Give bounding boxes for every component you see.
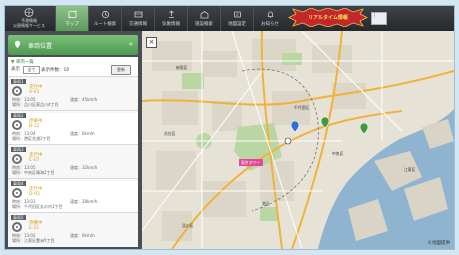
nav-traffic-label: 交通情報 (129, 22, 147, 27)
vehicle-list: ▼ 車両一覧 表示 全て 表示件数：10 更新 車両1 走行中 A-01 時刻：1… (8, 57, 138, 247)
nav-weather-label: 気象情報 (162, 22, 180, 27)
user-menu-label: ⋮ (372, 13, 377, 19)
map-label: 渋谷区 (164, 131, 176, 136)
building-icon (200, 11, 208, 19)
list-controls: 表示 全て 表示件数：10 更新 (11, 65, 135, 75)
pin-icon (14, 40, 21, 49)
filter-caption: 表示 (11, 67, 20, 72)
list-item[interactable]: 車両2 停車中 B-12 時刻：13:04 場所：港区芝浦3丁目 速度：0km/h (8, 110, 138, 147)
nav-traffic[interactable]: 交通情報 (121, 6, 154, 31)
map-copyright: ©地図提供 (427, 241, 451, 246)
map-label-highlight: 東京タワー (241, 160, 260, 165)
nav-building[interactable]: 施設検索 (187, 6, 220, 31)
nav-map-label: マップ (65, 22, 79, 27)
list-item[interactable]: 車両3 走行中 C-07 時刻：13:05 場所：中央区晴海2丁目 速度：32km… (8, 144, 138, 181)
item-line2: 場所：港区芝浦3丁目 (12, 136, 51, 141)
vehicle-status-icon (12, 222, 22, 232)
filter-label: 表示件数：10 (41, 68, 70, 73)
route-icon (101, 10, 109, 19)
item-status: 走行中 D-03 (29, 187, 43, 197)
vehicle-status-icon (12, 86, 22, 96)
item-line3: 速度：28km/h (70, 199, 98, 204)
item-line2: 場所：品川区東品川4丁目 (12, 102, 59, 107)
list-item[interactable]: 車両1 走行中 A-01 時刻：13:05 場所：品川区東品川4丁目 速度：45k… (8, 76, 138, 113)
item-line3: 速度：45km/h (70, 97, 98, 102)
vehicle-status-icon (12, 154, 22, 164)
nav-notice[interactable]: お知らせ (253, 6, 286, 31)
user-menu-button[interactable]: ⋮ (371, 12, 387, 25)
map-icon (68, 10, 76, 19)
item-line2: 場所：江東区豊洲5丁目 (12, 238, 55, 243)
map-label: 品川区 (182, 223, 194, 228)
filter-select[interactable]: 全て (23, 66, 40, 74)
item-container: 車両1 走行中 A-01 時刻：13:05 場所：品川区東品川4丁目 速度：45k… (8, 76, 138, 247)
nav-weather[interactable]: 気象情報 (154, 6, 187, 31)
item-status: 停車中 B-12 (29, 119, 43, 129)
panel-header: 車両位置 « (8, 35, 138, 55)
item-tag: 車両2 (11, 113, 26, 118)
map-label: 中央区 (332, 151, 344, 156)
realtime-badge[interactable]: リアルタイム情報 (287, 7, 369, 28)
nav-route[interactable]: ルート検索 (88, 6, 121, 31)
item-line2: 場所：千代田区丸の内1丁目 (12, 204, 63, 209)
update-button[interactable]: 更新 (111, 65, 131, 75)
item-status: 待機中 E-21 (29, 221, 43, 231)
list-title: ▼ 車両一覧 (11, 60, 34, 65)
collapse-icon[interactable]: « (129, 40, 133, 48)
item-line3: 速度：0km/h (70, 131, 95, 136)
item-tag: 車両3 (11, 147, 26, 152)
map-view[interactable]: × 新宿区 千代田区 中央区 港区 江東区 品川区 渋谷区 東京タワー ©地図提… (142, 31, 454, 249)
nav-route-label: ルート検索 (93, 22, 117, 27)
item-tag: 車両4 (11, 181, 26, 186)
map-label: 江東区 (404, 167, 416, 172)
item-tag: 車両1 (11, 79, 26, 84)
nav-notice-label: お知らせ (261, 22, 279, 27)
traffic-icon (134, 11, 142, 18)
panel-title: 車両位置 (28, 43, 53, 50)
weather-icon (168, 10, 174, 18)
nav-map[interactable]: マップ (55, 6, 88, 31)
sidebar: 車両位置 « ▼ 車両一覧 表示 全て 表示件数：10 更新 車両1 走行中 A-… (5, 31, 142, 249)
brand-line2: 災害情報サービス (13, 23, 45, 28)
main-nav: マップ ルート検索 交通情報 気象情報 施設検索 地図設定 お知らせ (55, 6, 286, 31)
top-navigation-bar: 予測情報 災害情報サービス マップ ルート検索 交通情報 気象情報 施設検索 地… (5, 6, 454, 31)
vehicle-status-icon (12, 188, 22, 198)
bell-icon (267, 11, 273, 18)
list-item[interactable]: 車両5 待機中 E-21 時刻：13:02 場所：江東区豊洲5丁目 速度：0km/… (8, 212, 138, 247)
item-status: 走行中 A-01 (29, 85, 43, 95)
settings-icon (233, 11, 241, 18)
current-location-icon[interactable] (284, 137, 292, 145)
globe-icon (24, 8, 34, 17)
app-window: 予測情報 災害情報サービス マップ ルート検索 交通情報 気象情報 施設検索 地… (4, 5, 455, 250)
item-line2: 場所：中央区晴海2丁目 (12, 170, 55, 175)
map-label: 千代田区 (294, 105, 310, 110)
nav-settings-label: 地図設定 (228, 22, 246, 27)
map-label: 港区 (262, 201, 270, 206)
list-item[interactable]: 車両4 走行中 D-03 時刻：13:03 場所：千代田区丸の内1丁目 速度：28… (8, 178, 138, 215)
item-tag: 車両5 (11, 215, 26, 220)
item-line3: 速度：32km/h (70, 165, 98, 170)
map-canvas[interactable] (142, 31, 454, 249)
item-status: 走行中 C-07 (29, 153, 43, 163)
badge-text: リアルタイム情報 (308, 15, 348, 21)
vehicle-status-icon (12, 120, 22, 130)
item-line3: 速度：0km/h (70, 233, 95, 238)
map-label: 新宿区 (176, 65, 188, 70)
nav-settings[interactable]: 地図設定 (220, 6, 253, 31)
nav-building-label: 施設検索 (195, 22, 213, 27)
map-close-button[interactable]: × (146, 37, 157, 48)
brand-logo[interactable]: 予測情報 災害情報サービス (7, 6, 51, 31)
